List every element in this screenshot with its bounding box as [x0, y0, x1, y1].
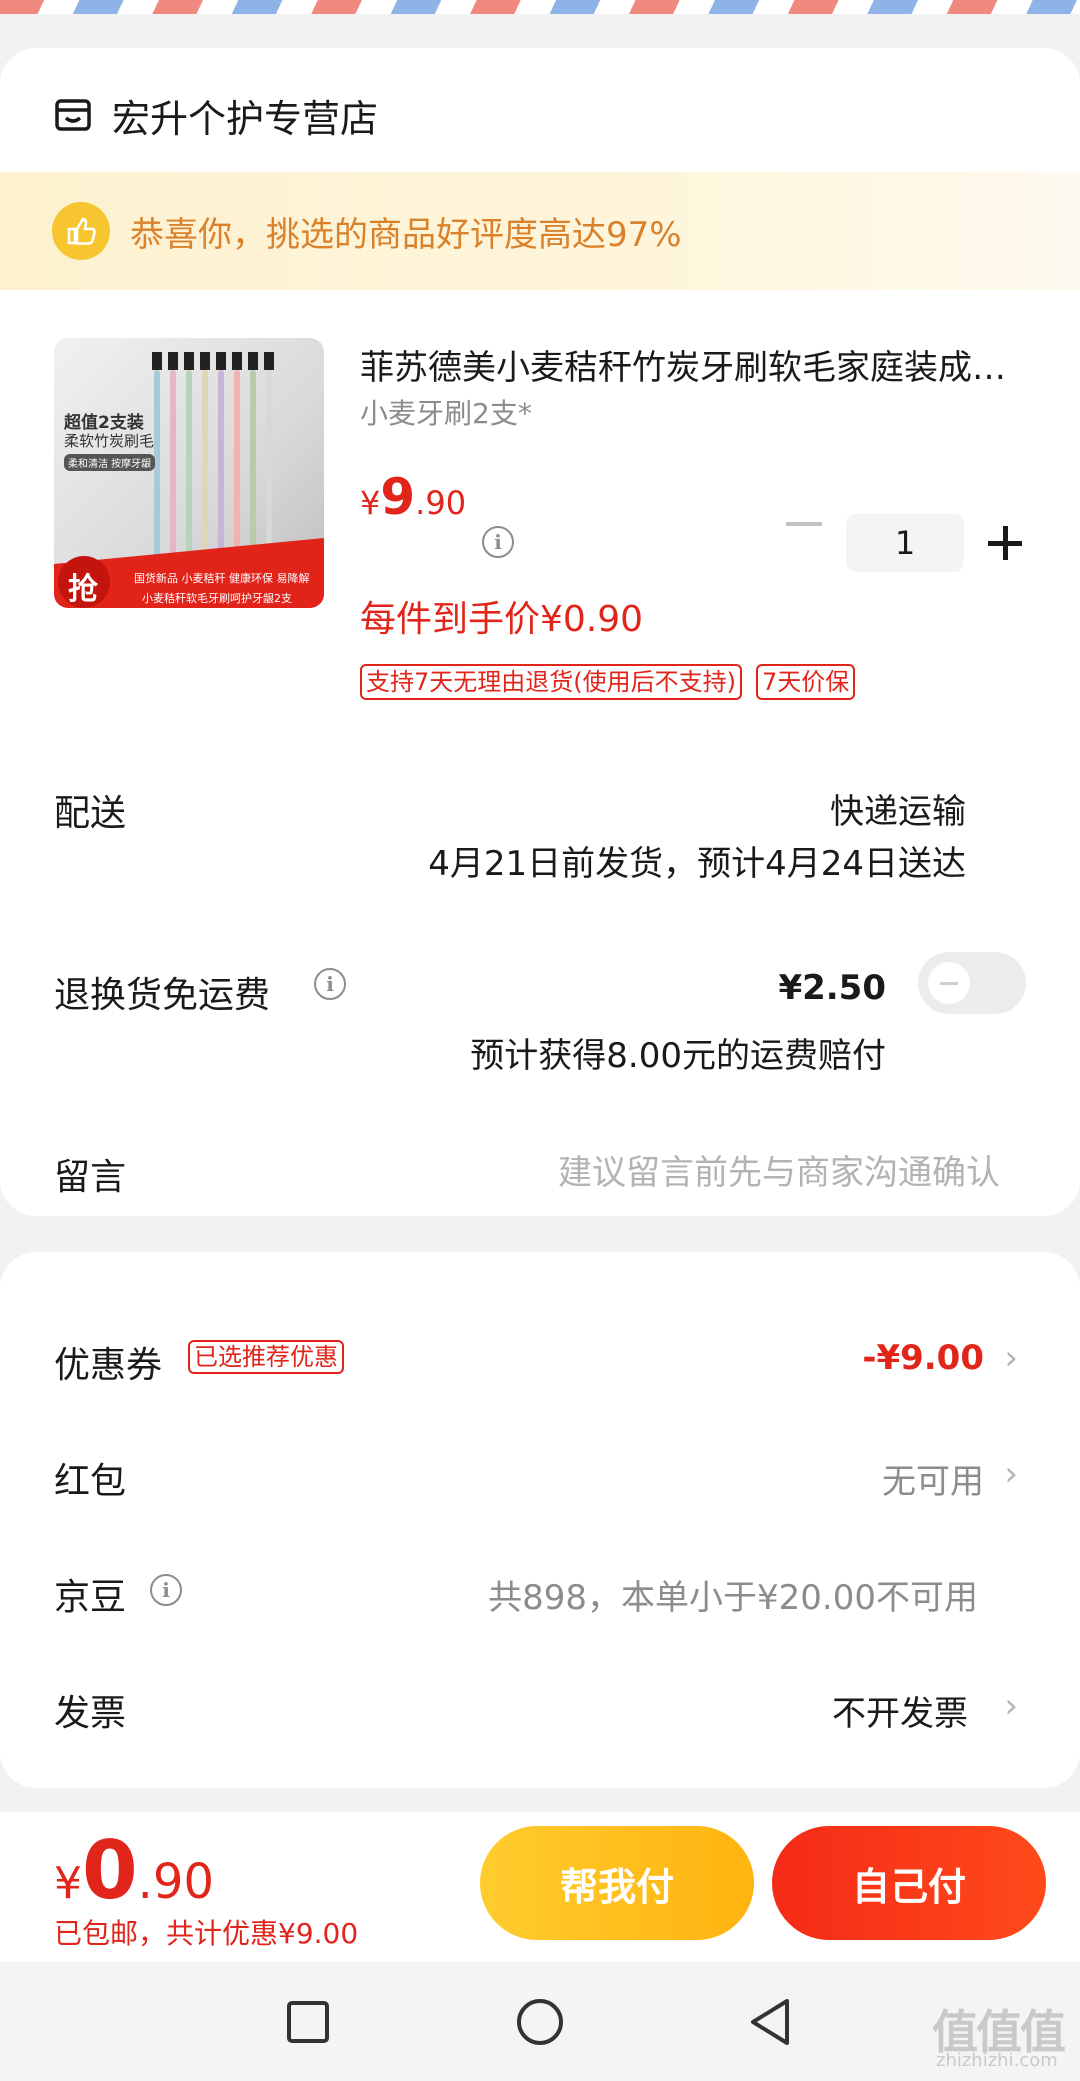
store-header[interactable]: 宏升个护专营店 — [54, 90, 379, 141]
toothbrush-illustration — [152, 352, 274, 570]
triangle-back-icon — [751, 1999, 789, 2045]
shipping-note: 已包邮，共计优惠¥9.00 — [54, 1917, 359, 1950]
price-integer: 9 — [380, 468, 416, 526]
redpacket-value: 无可用 — [882, 1462, 984, 1502]
rating-text: 恭喜你，挑选的商品好评度高达97% — [130, 214, 682, 255]
coupon-row[interactable]: 优惠券 已选推荐优惠 -¥9.00 › — [0, 1314, 1080, 1404]
message-input[interactable] — [440, 1148, 1000, 1198]
total-currency: ¥ — [54, 1858, 82, 1909]
airmail-border — [0, 0, 1080, 14]
system-nav-bar — [0, 1962, 1080, 2081]
store-name: 宏升个护专营店 — [112, 96, 379, 141]
discount-card: 优惠券 已选推荐优惠 -¥9.00 › 红包 无可用 › 京豆 i 共898，本… — [0, 1252, 1080, 1788]
price-currency: ¥ — [360, 484, 381, 522]
invoice-label: 发票 — [54, 1693, 127, 1734]
delivery-date: 4月21日前发货，预计4月24日送达 — [428, 844, 966, 884]
self-pay-button[interactable]: 自己付 — [772, 1826, 1046, 1940]
total-decimal: .90 — [137, 1854, 215, 1910]
thumbs-up-icon — [52, 202, 110, 260]
price-decimal: .90 — [415, 484, 467, 522]
price-protect-tag: 7天价保 — [756, 664, 856, 700]
return-shipping-price: ¥2.50 — [778, 968, 886, 1008]
order-card: 宏升个护专营店 恭喜你，挑选的商品好评度高达97% 超值2支装 柔软竹炭刷毛 柔… — [0, 48, 1080, 1216]
service-tags: 支持7天无理由退货(使用后不支持) 7天价保 — [360, 664, 869, 700]
return-policy-tag: 支持7天无理由退货(使用后不支持) — [360, 664, 742, 700]
total-price: ¥ 0 .90 — [54, 1824, 214, 1917]
jingdou-value: 共898，本单小于¥20.00不可用 — [488, 1578, 978, 1618]
image-badge-sub: 柔软竹炭刷毛 — [64, 432, 155, 450]
coupon-value: -¥9.00 — [862, 1338, 984, 1378]
jingdou-label: 京豆 — [54, 1577, 127, 1618]
rating-banner: 恭喜你，挑选的商品好评度高达97% — [0, 172, 1080, 290]
watermark-url: zhizhizhi.com — [936, 2050, 1058, 2071]
image-features: 国货新品 小麦秸秆 健康环保 易降解 — [134, 572, 310, 585]
chevron-right-icon: › — [1004, 1338, 1018, 1378]
product-spec[interactable]: 小麦牙刷2支* — [360, 392, 532, 432]
return-shipping-info-icon[interactable]: i — [314, 968, 346, 1000]
unit-price: 每件到手价¥0.90 — [360, 599, 644, 640]
price-info-icon[interactable]: i — [482, 526, 514, 558]
jingdou-info-icon[interactable]: i — [150, 1574, 182, 1606]
invoice-value: 不开发票 — [832, 1694, 968, 1734]
square-icon — [287, 2001, 329, 2043]
delivery-label: 配送 — [54, 793, 127, 834]
message-label: 留言 — [54, 1157, 127, 1198]
return-shipping-note: 预计获得8.00元的运费赔付 — [470, 1036, 886, 1076]
total-integer: 0 — [82, 1824, 138, 1917]
invoice-row[interactable]: 发票 不开发票 › — [0, 1662, 1080, 1752]
chevron-right-icon: › — [1004, 1686, 1018, 1726]
circle-icon — [517, 1999, 563, 2045]
back-button[interactable] — [740, 1992, 800, 2052]
image-grab: 抢 — [68, 572, 98, 607]
toggle-knob — [928, 962, 970, 1004]
recent-apps-button[interactable] — [278, 1992, 338, 2052]
return-shipping-toggle[interactable] — [918, 952, 1026, 1014]
product-price: ¥ 9 .90 — [360, 468, 466, 526]
product-image[interactable]: 超值2支装 柔软竹炭刷毛 柔和清洁 按摩牙龈 抢 国货新品 小麦秸秆 健康环保 … — [54, 338, 324, 608]
redpacket-label: 红包 — [54, 1461, 127, 1502]
home-button[interactable] — [510, 1992, 570, 2052]
image-badge-small: 柔和清洁 按摩牙龈 — [64, 454, 156, 471]
image-caption: 小麦秸秆软毛牙刷呵护牙龈2支 — [142, 592, 292, 605]
quantity-minus-button[interactable] — [786, 522, 822, 526]
delivery-mode[interactable]: 快递运输 — [830, 784, 966, 833]
checkout-bar: ¥ 0 .90 已包邮，共计优惠¥9.00 帮我付 自己付 — [0, 1812, 1080, 1962]
return-shipping-label: 退换货免运费 — [54, 975, 271, 1016]
jingdou-row: 京豆 i 共898，本单小于¥20.00不可用 — [0, 1546, 1080, 1636]
coupon-recommend-tag: 已选推荐优惠 — [188, 1340, 344, 1374]
store-icon — [55, 99, 91, 131]
redpacket-row[interactable]: 红包 无可用 › — [0, 1430, 1080, 1520]
quantity-plus-button[interactable] — [988, 526, 1022, 560]
quantity-field[interactable]: 1 — [846, 514, 964, 572]
coupon-label: 优惠券 — [54, 1345, 163, 1386]
product-title[interactable]: 菲苏德美小麦秸秆竹炭牙刷软毛家庭装成人牙刷 — [360, 340, 1030, 389]
chevron-right-icon: › — [1004, 1454, 1018, 1494]
help-pay-button[interactable]: 帮我付 — [480, 1826, 754, 1940]
